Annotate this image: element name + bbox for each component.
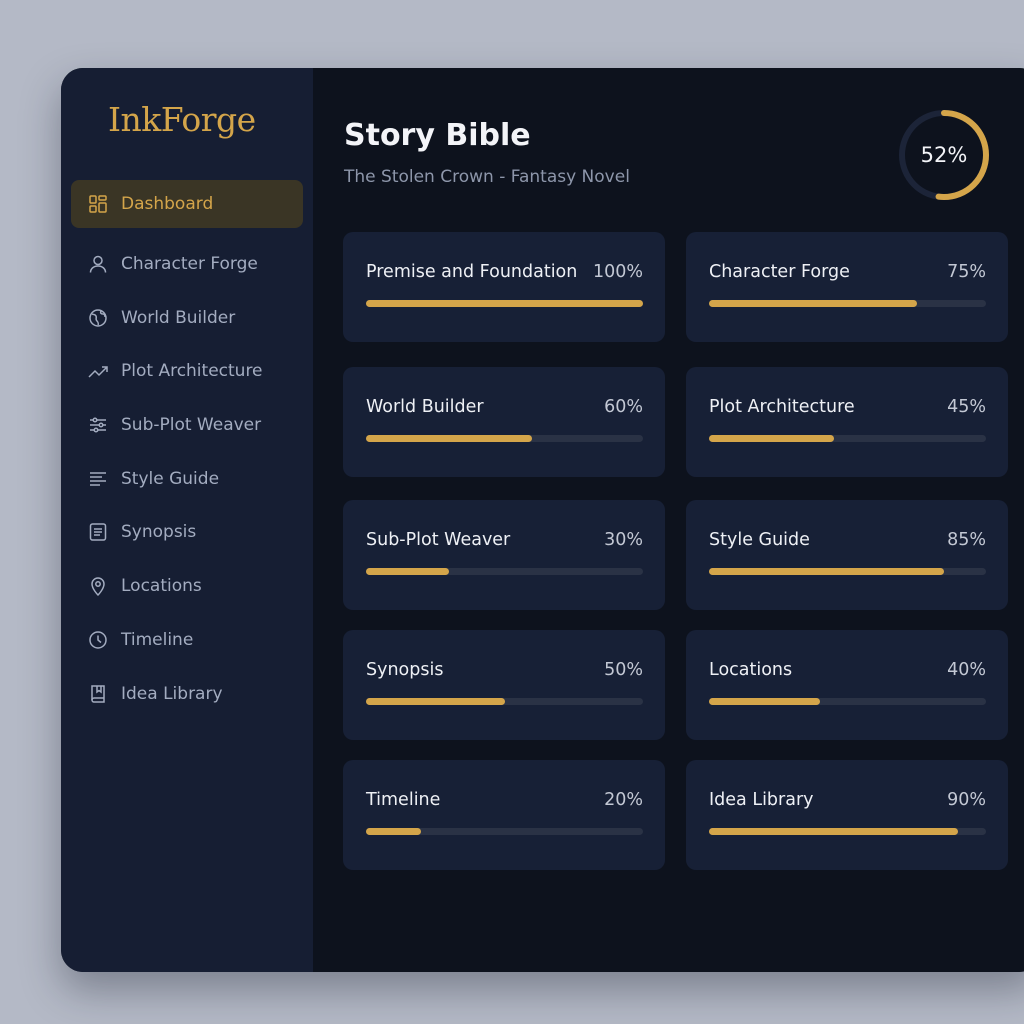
progress-fill — [366, 698, 505, 705]
sidebar-item-label: Timeline — [121, 629, 194, 650]
progress-track — [709, 698, 986, 705]
sidebar-nav: Dashboard Character Forge World Builder … — [71, 180, 303, 723]
card-title: World Builder — [366, 397, 484, 417]
card-title: Timeline — [366, 790, 441, 810]
sidebar-item-world-builder[interactable]: World Builder — [71, 294, 303, 342]
sidebar-item-dashboard[interactable]: Dashboard — [71, 180, 303, 228]
progress-track — [709, 568, 986, 575]
sidebar-item-label: Dashboard — [121, 194, 214, 214]
main-content: Story Bible The Stolen Crown - Fantasy N… — [313, 68, 1024, 972]
sidebar-item-label: Sub-Plot Weaver — [121, 415, 262, 436]
sliders-icon — [87, 414, 109, 436]
progress-fill — [709, 568, 945, 575]
card-percent: 45% — [947, 397, 986, 417]
card-percent: 75% — [947, 262, 986, 282]
progress-track — [709, 300, 986, 307]
progress-card[interactable]: Synopsis 50% — [343, 630, 665, 740]
user-icon — [87, 253, 109, 275]
card-title: Style Guide — [709, 530, 810, 550]
progress-track — [709, 828, 986, 835]
overall-progress-label: 52% — [920, 143, 968, 167]
sidebar-item-sub-plot-weaver[interactable]: Sub-Plot Weaver — [71, 401, 303, 449]
progress-track — [709, 435, 986, 442]
card-title: Idea Library — [709, 790, 814, 810]
map-pin-icon — [87, 575, 109, 597]
sidebar-item-label: Style Guide — [121, 468, 220, 489]
progress-track — [366, 698, 643, 705]
sidebar-item-locations[interactable]: Locations — [71, 562, 303, 610]
book-icon — [87, 683, 109, 705]
progress-track — [366, 300, 643, 307]
clock-icon — [87, 629, 109, 651]
sidebar-item-synopsis[interactable]: Synopsis — [71, 508, 303, 556]
sidebar-item-plot-architecture[interactable]: Plot Architecture — [71, 347, 303, 395]
progress-card[interactable]: Character Forge 75% — [686, 232, 1008, 342]
text-lines-icon — [87, 468, 109, 490]
card-percent: 90% — [947, 790, 986, 810]
trend-up-icon — [87, 360, 109, 382]
sidebar-item-label: World Builder — [121, 307, 236, 328]
card-title: Locations — [709, 660, 793, 680]
page-subtitle: The Stolen Crown - Fantasy Novel — [344, 167, 630, 187]
progress-fill — [366, 828, 422, 835]
sidebar-item-idea-library[interactable]: Idea Library — [71, 670, 303, 718]
card-percent: 30% — [604, 530, 643, 550]
progress-track — [366, 828, 643, 835]
progress-track — [366, 435, 643, 442]
sidebar-item-label: Synopsis — [121, 522, 197, 543]
sidebar-item-timeline[interactable]: Timeline — [71, 616, 303, 664]
card-percent: 50% — [604, 660, 643, 680]
app-window: InkForge Dashboard Character Forge World… — [61, 68, 1024, 972]
sidebar: InkForge Dashboard Character Forge World… — [61, 68, 313, 972]
progress-fill — [709, 698, 820, 705]
card-percent: 20% — [604, 790, 643, 810]
app-logo: InkForge — [108, 100, 256, 139]
progress-card[interactable]: Style Guide 85% — [686, 500, 1008, 610]
sidebar-item-character-forge[interactable]: Character Forge — [71, 240, 303, 288]
progress-fill — [366, 300, 643, 307]
sidebar-item-style-guide[interactable]: Style Guide — [71, 455, 303, 503]
card-percent: 85% — [947, 530, 986, 550]
card-title: Premise and Foundation — [366, 262, 578, 282]
sidebar-item-label: Idea Library — [121, 683, 223, 704]
dashboard-icon — [87, 193, 109, 215]
overall-progress-ring: 52% — [897, 108, 991, 202]
card-percent: 40% — [947, 660, 986, 680]
sidebar-item-label: Character Forge — [121, 254, 258, 274]
card-title: Plot Architecture — [709, 397, 855, 417]
progress-fill — [366, 568, 450, 575]
progress-card[interactable]: Timeline 20% — [343, 760, 665, 870]
progress-fill — [709, 300, 917, 307]
sidebar-item-label: Locations — [121, 576, 202, 597]
progress-card[interactable]: Sub-Plot Weaver 30% — [343, 500, 665, 610]
document-icon — [87, 521, 109, 543]
progress-card[interactable]: Premise and Foundation 100% — [343, 232, 665, 342]
sidebar-item-label: Plot Architecture — [121, 361, 263, 382]
globe-icon — [87, 307, 109, 329]
card-percent: 60% — [604, 397, 643, 417]
card-title: Synopsis — [366, 660, 444, 680]
card-percent: 100% — [592, 262, 643, 282]
progress-fill — [366, 435, 533, 442]
progress-card[interactable]: Locations 40% — [686, 630, 1008, 740]
progress-fill — [709, 435, 834, 442]
card-title: Character Forge — [709, 262, 850, 282]
progress-card[interactable]: Plot Architecture 45% — [686, 367, 1008, 477]
progress-fill — [709, 828, 959, 835]
progress-card[interactable]: World Builder 60% — [343, 367, 665, 477]
page-title: Story Bible — [344, 118, 531, 153]
progress-card[interactable]: Idea Library 90% — [686, 760, 1008, 870]
progress-track — [366, 568, 643, 575]
card-title: Sub-Plot Weaver — [366, 530, 511, 550]
